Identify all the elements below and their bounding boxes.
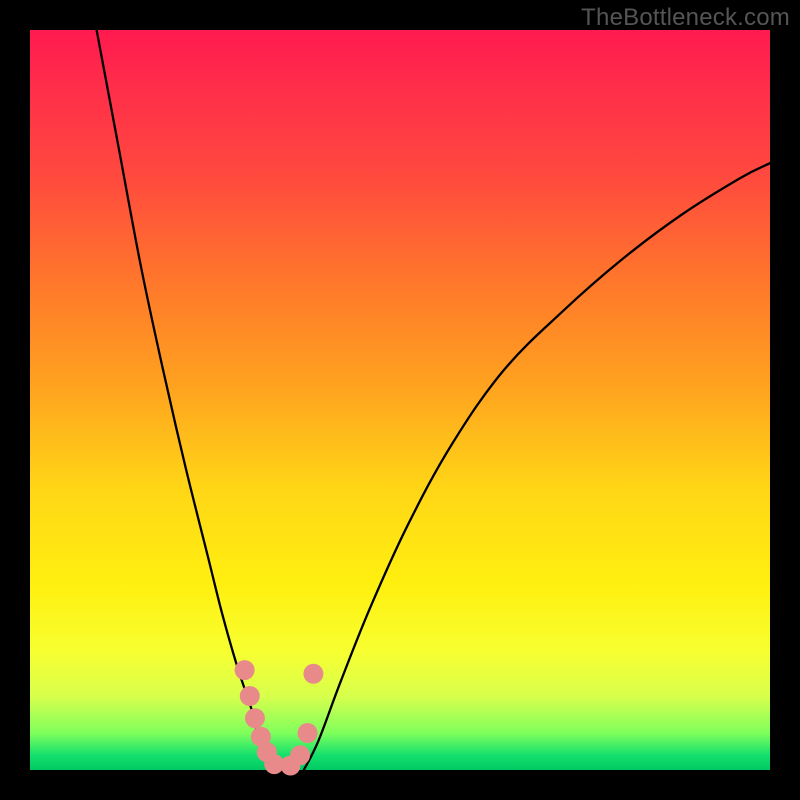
right-branch-curve	[304, 163, 770, 770]
curve-layer	[30, 30, 770, 770]
watermark-text: TheBottleneck.com	[581, 4, 790, 32]
left-branch-curve	[97, 30, 275, 770]
chart-frame: TheBottleneck.com	[0, 0, 800, 800]
plot-area	[30, 30, 770, 770]
